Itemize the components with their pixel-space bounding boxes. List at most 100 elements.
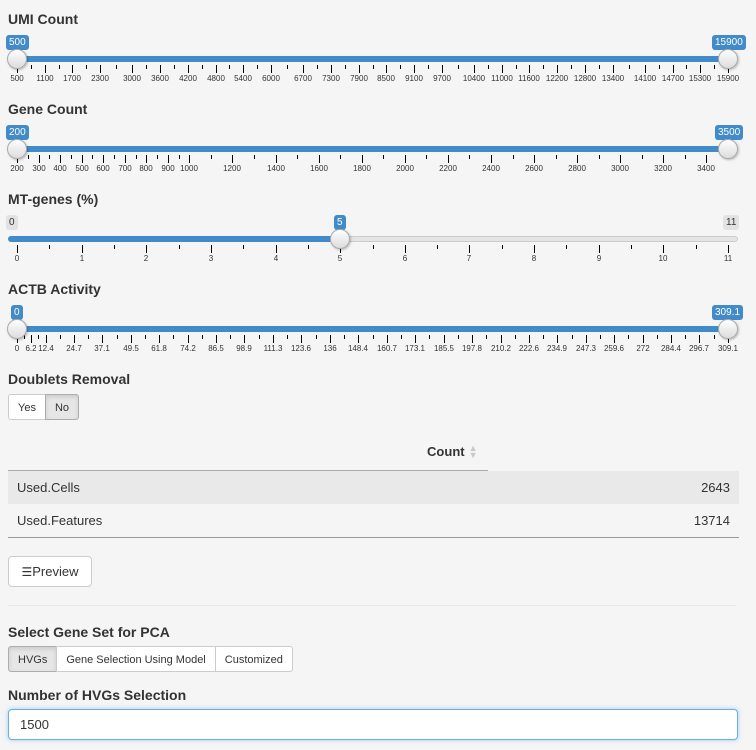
hvg-count-input[interactable]: 1500 bbox=[8, 709, 738, 740]
major-tick bbox=[74, 335, 75, 343]
to-handle[interactable] bbox=[718, 49, 738, 69]
tick-label: 296.7 bbox=[688, 344, 710, 353]
major-tick bbox=[276, 155, 277, 163]
minor-tick bbox=[117, 335, 118, 339]
tick-label: 1800 bbox=[353, 164, 371, 173]
minor-tick bbox=[488, 65, 489, 69]
tick-label: 7900 bbox=[350, 74, 368, 83]
minor-tick bbox=[437, 245, 438, 249]
major-tick bbox=[132, 65, 133, 73]
minor-tick bbox=[556, 155, 557, 159]
tick-label: 3 bbox=[208, 254, 214, 263]
tick-label: 2400 bbox=[482, 164, 500, 173]
minor-tick bbox=[86, 65, 87, 69]
tick-label: 86.5 bbox=[208, 344, 224, 353]
tick-label: 173.1 bbox=[404, 344, 426, 353]
tick-label: 14100 bbox=[633, 74, 657, 83]
from-handle[interactable] bbox=[7, 139, 27, 159]
tick-label: 300 bbox=[32, 164, 46, 173]
major-tick bbox=[557, 335, 558, 343]
tick-label: 9100 bbox=[405, 74, 423, 83]
major-tick bbox=[700, 65, 701, 73]
minor-tick bbox=[59, 65, 60, 69]
minor-tick bbox=[543, 335, 544, 339]
from-handle[interactable] bbox=[7, 49, 27, 69]
tick-label: 500 bbox=[75, 164, 89, 173]
minor-tick bbox=[179, 245, 180, 249]
minor-tick bbox=[515, 335, 516, 339]
minor-tick bbox=[631, 245, 632, 249]
tick-label: 3000 bbox=[123, 74, 141, 83]
major-tick bbox=[442, 65, 443, 73]
major-tick bbox=[243, 65, 244, 73]
major-tick bbox=[448, 155, 449, 163]
doublets-toggle-group: Yes No bbox=[8, 394, 80, 420]
major-tick bbox=[405, 245, 406, 253]
tick-label: 1600 bbox=[310, 164, 328, 173]
minor-tick bbox=[174, 65, 175, 69]
actb-activity-label: ACTB Activity bbox=[8, 281, 101, 297]
tick-label: 400 bbox=[53, 164, 67, 173]
minor-tick bbox=[600, 335, 601, 339]
major-tick bbox=[414, 65, 415, 73]
minor-tick bbox=[714, 65, 715, 69]
tick-label: 7300 bbox=[322, 74, 340, 83]
mt-genes-slider[interactable]: 0 11 0 1 2 3 4 5 6 7 8 9 10 11 5 bbox=[0, 215, 756, 295]
sort-icon: ▲ ▼ bbox=[468, 443, 478, 461]
major-tick bbox=[671, 335, 672, 343]
tick-label: 1000 bbox=[180, 164, 198, 173]
tick-label: 197.8 bbox=[461, 344, 483, 353]
from-handle[interactable] bbox=[7, 319, 27, 339]
tick-label: 900 bbox=[161, 164, 175, 173]
tick-label: 12800 bbox=[573, 74, 597, 83]
major-tick bbox=[146, 245, 147, 253]
preview-button[interactable]: ☰Preview bbox=[8, 556, 92, 587]
umi-count-slider[interactable]: 500 1100 1700 2300 3000 3600 4200 4800 5400 6000 6… bbox=[0, 35, 756, 115]
major-tick bbox=[706, 155, 707, 163]
minor-tick bbox=[502, 245, 503, 249]
gene-selection-model-button[interactable]: Gene Selection Using Model bbox=[56, 646, 216, 672]
minor-tick bbox=[429, 335, 430, 339]
major-tick bbox=[577, 155, 578, 163]
tick-label: 800 bbox=[139, 164, 153, 173]
tick-container: 200 300 400 500 600 700 800 900 1000 1200 1400 1600… bbox=[0, 125, 756, 205]
major-tick bbox=[502, 65, 503, 73]
tick-label: 8500 bbox=[377, 74, 395, 83]
doublets-yes-button[interactable]: Yes bbox=[8, 394, 46, 420]
hvgs-button[interactable]: HVGs bbox=[8, 646, 58, 672]
gene-count-label: Gene Count bbox=[8, 101, 88, 117]
minor-tick bbox=[516, 65, 517, 69]
count-column-header[interactable]: Count ▲ ▼ bbox=[8, 433, 488, 471]
major-tick bbox=[614, 335, 615, 343]
tick-label: 61.8 bbox=[151, 344, 167, 353]
major-tick bbox=[444, 335, 445, 343]
minor-tick bbox=[599, 65, 600, 69]
value-badge: 5 bbox=[334, 215, 346, 230]
minor-tick bbox=[401, 335, 402, 339]
major-tick bbox=[60, 155, 61, 163]
minor-tick bbox=[344, 335, 345, 339]
to-handle[interactable] bbox=[718, 319, 738, 339]
major-tick bbox=[387, 335, 388, 343]
minor-tick bbox=[316, 335, 317, 339]
value-handle[interactable] bbox=[330, 229, 350, 249]
minor-tick bbox=[599, 155, 600, 159]
tick-label: 123.6 bbox=[290, 344, 312, 353]
minor-tick bbox=[685, 335, 686, 339]
tick-label: 309.1 bbox=[717, 344, 739, 353]
major-tick bbox=[303, 65, 304, 73]
table-row: Used.Features 13714 bbox=[8, 504, 739, 538]
from-value-badge: 500 bbox=[6, 35, 29, 50]
doublets-no-button[interactable]: No bbox=[44, 394, 80, 420]
minor-tick bbox=[428, 65, 429, 69]
customized-button[interactable]: Customized bbox=[214, 646, 293, 672]
tick-label: 11 bbox=[723, 254, 733, 263]
tick-label: 222.6 bbox=[518, 344, 540, 353]
tick-label: 4200 bbox=[179, 74, 197, 83]
major-tick bbox=[189, 155, 190, 163]
tick-label: 5400 bbox=[234, 74, 252, 83]
major-tick bbox=[216, 335, 217, 343]
major-tick bbox=[103, 155, 104, 163]
gene-count-slider[interactable]: 200 300 400 500 600 700 800 900 1000 1200 1400 1600… bbox=[0, 125, 756, 205]
to-handle[interactable] bbox=[718, 139, 738, 159]
